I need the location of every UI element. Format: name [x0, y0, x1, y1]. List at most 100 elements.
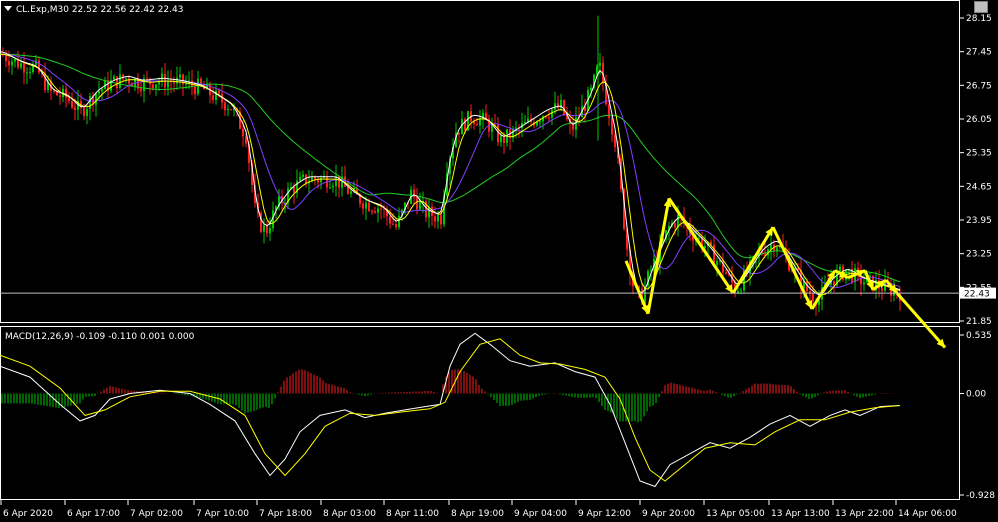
candle-body: [740, 290, 742, 292]
candle-body: [158, 81, 160, 85]
time-tick-label: 7 Apr 10:00: [196, 509, 249, 519]
candle-body: [365, 202, 367, 209]
candle-body: [608, 104, 610, 118]
time-tick-label: 6 Apr 17:00: [67, 509, 120, 519]
candle-body: [14, 58, 16, 62]
candle-body: [590, 87, 592, 91]
candle-body: [500, 135, 502, 143]
candle-body: [674, 223, 676, 228]
candle-body: [380, 208, 382, 210]
candle-body: [476, 123, 478, 126]
candle-body: [515, 127, 517, 129]
candle-body: [53, 90, 55, 92]
candle-body: [548, 117, 550, 119]
price-tick-label: 23.95: [966, 216, 992, 226]
candle-body: [869, 275, 871, 277]
candle-body: [116, 76, 118, 89]
candle-body: [98, 91, 100, 94]
candle-body: [839, 266, 841, 272]
candle-body: [23, 63, 25, 73]
candle-body: [863, 282, 865, 285]
time-tick-label: 6 Apr 2020: [3, 509, 53, 519]
candle-body: [329, 187, 331, 189]
candle-body: [29, 72, 31, 74]
time-tick-label: 8 Apr 11:00: [386, 509, 439, 519]
candle-body: [368, 202, 370, 212]
candle-body: [176, 77, 178, 84]
candle-body: [293, 186, 295, 193]
price-tick-label: 27.45: [966, 48, 992, 58]
candle-body: [302, 174, 304, 177]
candle-body: [551, 109, 553, 118]
price-chart[interactable]: CL.Exp,M30 22.52 22.56 22.42 22.43 MACD(…: [0, 0, 998, 522]
candle-body: [5, 55, 7, 62]
price-tick-label: 25.35: [966, 149, 992, 159]
candle-body: [128, 78, 130, 84]
candle-body: [59, 95, 61, 97]
candle-body: [485, 112, 487, 119]
candle-body: [350, 191, 352, 194]
current-price-label: 22.43: [964, 290, 990, 300]
candle-body: [167, 81, 169, 88]
candle-body: [38, 60, 40, 73]
candle-body: [434, 216, 436, 222]
candle-body: [347, 186, 349, 194]
time-tick-label: 13 Apr 05:00: [706, 509, 765, 519]
candle-body: [374, 211, 376, 213]
candle-body: [371, 211, 373, 213]
candle-body: [125, 78, 127, 80]
time-tick-label: 14 Apr 06:00: [898, 509, 957, 519]
candle-body: [716, 261, 718, 265]
time-tick-label: 9 Apr 20:00: [642, 509, 695, 519]
candle-body: [269, 228, 271, 234]
candle-body: [440, 215, 442, 225]
macd-tick-label: 0.00: [966, 390, 986, 400]
candle-body: [263, 225, 265, 232]
macd-tick-label: 0.535: [966, 331, 992, 341]
candle-body: [599, 62, 601, 66]
candle-body: [398, 215, 400, 228]
candle-body: [86, 108, 88, 116]
time-tick-label: 13 Apr 13:00: [771, 509, 830, 519]
candle-body: [437, 215, 439, 222]
price-tick-label: 21.85: [966, 317, 992, 327]
time-tick-label: 8 Apr 19:00: [451, 509, 504, 519]
candle-body: [344, 176, 346, 187]
candle-body: [11, 61, 13, 66]
candle-body: [392, 223, 394, 225]
candle-body: [881, 288, 883, 291]
candle-body: [317, 179, 319, 183]
time-tick-label: 7 Apr 02:00: [130, 509, 183, 519]
candle-body: [68, 97, 70, 102]
time-tick-label: 13 Apr 22:00: [835, 509, 894, 519]
candle-body: [20, 63, 22, 68]
candle-body: [212, 95, 214, 100]
candle-body: [299, 176, 301, 181]
candle-body: [563, 100, 565, 115]
candle-body: [395, 224, 397, 228]
candle-body: [704, 245, 706, 249]
candle-body: [197, 78, 199, 94]
candle-body: [698, 237, 700, 239]
price-tick-label: 26.05: [966, 115, 992, 125]
candle-body: [419, 201, 421, 210]
candle-body: [218, 90, 220, 94]
symbol-header: CL.Exp,M30 22.52 22.56 22.42 22.43: [16, 5, 183, 15]
candle-body: [95, 93, 97, 105]
candle-body: [179, 74, 181, 78]
candle-body: [26, 72, 28, 74]
candle-body: [245, 136, 247, 144]
candle-body: [8, 61, 10, 66]
price-tick-label: 28.15: [966, 14, 992, 24]
price-tick-label: 23.25: [966, 250, 992, 260]
macd-header: MACD(12,26,9) -0.109 -0.110 0.001 0.000: [5, 332, 195, 342]
candle-body: [725, 272, 727, 274]
candle-body: [89, 96, 91, 109]
candle-body: [173, 82, 175, 84]
candle-body: [194, 86, 196, 94]
candle-body: [416, 197, 418, 210]
window-button-icon[interactable]: [974, 1, 988, 13]
candle-body: [215, 90, 217, 100]
candle-body: [71, 101, 73, 108]
candle-body: [362, 203, 364, 209]
